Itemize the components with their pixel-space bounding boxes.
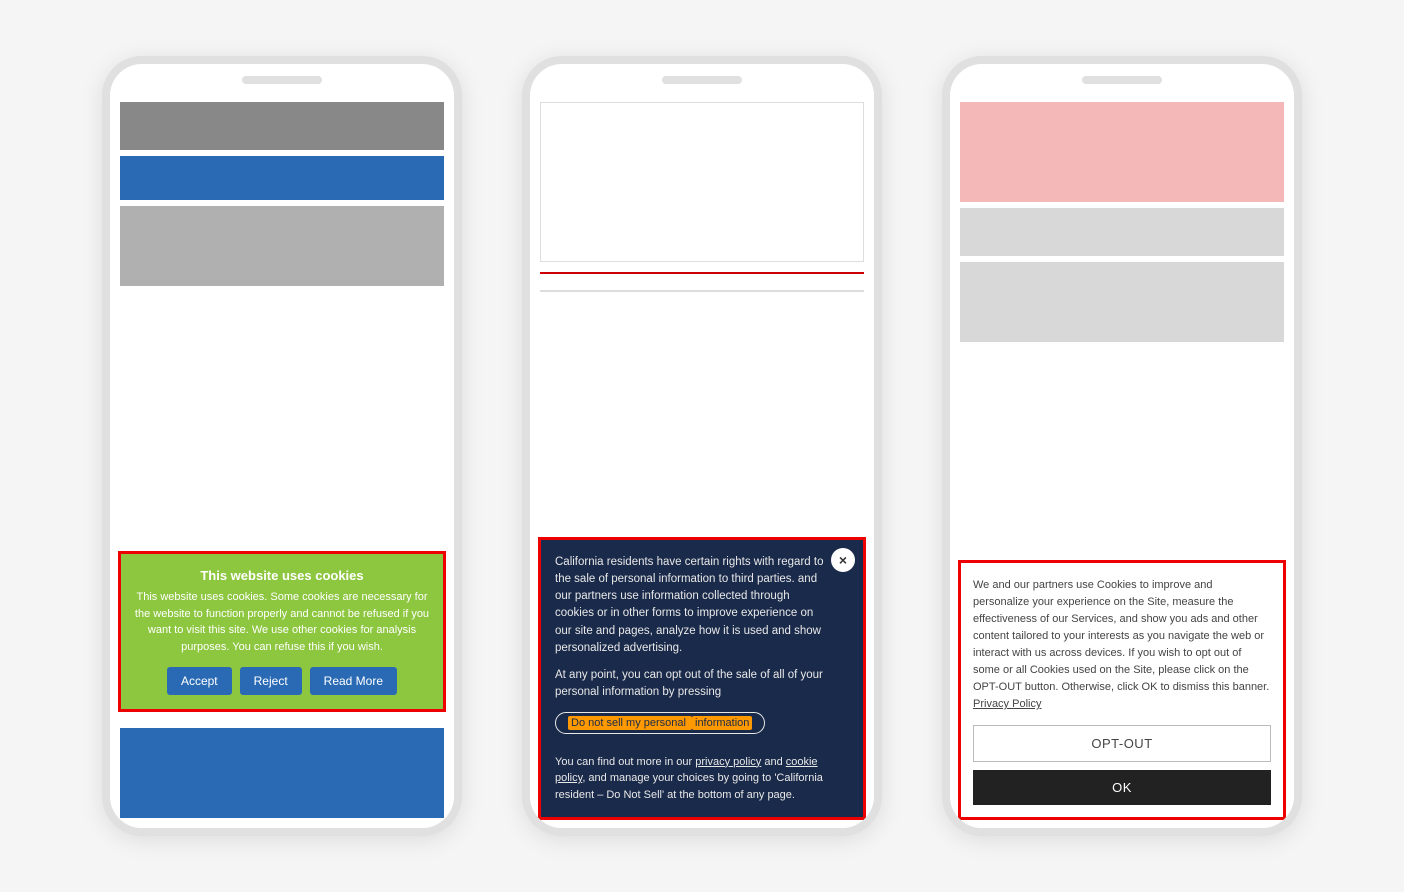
phone-3-gray-block-1 — [960, 208, 1284, 256]
phone-3-screen: We and our partners use Cookies to impro… — [950, 92, 1294, 828]
phone-3-notch — [1082, 76, 1162, 84]
phone-3-cookie-banner: We and our partners use Cookies to impro… — [958, 560, 1286, 820]
phone-2-cookie-banner: × California residents have certain righ… — [538, 537, 866, 821]
phone-2-notch — [662, 76, 742, 84]
phone-1-screen: This website uses cookies This website u… — [110, 92, 454, 828]
phone-1-spacer — [110, 286, 454, 551]
cookie-2-do-not-sell-button[interactable]: Do not sell my personal information — [555, 712, 765, 734]
cookie-2-close-button[interactable]: × — [831, 548, 855, 572]
cookie-1-accept-button[interactable]: Accept — [167, 667, 232, 695]
do-not-sell-highlight: information — [692, 716, 752, 730]
cookie-2-text3-suffix: , and manage your choices by going to 'C… — [555, 772, 823, 801]
cookie-3-privacy-policy-link[interactable]: Privacy Policy — [973, 698, 1041, 710]
cookie-2-links: You can find out more in our privacy pol… — [555, 754, 849, 804]
cookie-1-reject-button[interactable]: Reject — [240, 667, 302, 695]
cookie-1-read-more-button[interactable]: Read More — [310, 667, 397, 695]
phone-2: × California residents have certain righ… — [522, 56, 882, 836]
cookie-1-buttons: Accept Reject Read More — [133, 667, 431, 695]
phone-1-gray-block — [120, 102, 444, 150]
phone-1-cookie-banner: This website uses cookies This website u… — [118, 551, 446, 712]
phone-1-content-block — [120, 206, 444, 286]
cookie-2-text3-prefix: You can find out more in our — [555, 756, 695, 768]
do-not-sell-label-plain: Do not sell my personal — [568, 716, 692, 730]
phone-2-screen: × California residents have certain righ… — [530, 92, 874, 828]
cookie-3-text: We and our partners use Cookies to impro… — [973, 577, 1271, 713]
phone-3-spacer — [950, 342, 1294, 560]
phone-3-content: We and our partners use Cookies to impro… — [950, 92, 1294, 828]
cookie-3-opt-out-button[interactable]: OPT-OUT — [973, 725, 1271, 762]
phone-1-bottom-block — [120, 728, 444, 818]
phone-1-notch — [242, 76, 322, 84]
phone-2-red-line — [540, 272, 864, 274]
phone-1-content: This website uses cookies This website u… — [110, 92, 454, 828]
phone-1: This website uses cookies This website u… — [102, 56, 462, 836]
cookie-2-text1: California residents have certain rights… — [555, 554, 849, 658]
cookie-3-text-content: We and our partners use Cookies to impro… — [973, 579, 1269, 693]
cookie-2-privacy-link[interactable]: privacy policy — [695, 756, 761, 768]
phone-2-spacer — [530, 304, 874, 537]
phone-2-content: × California residents have certain righ… — [530, 92, 874, 828]
phone-3-pink-block — [960, 102, 1284, 202]
cookie-1-title: This website uses cookies — [133, 568, 431, 583]
cookie-2-and: and — [761, 756, 785, 768]
phone-2-white-block — [540, 102, 864, 262]
phone-2-gray-line — [540, 290, 864, 292]
phone-1-blue-block — [120, 156, 444, 200]
cookie-2-text2: At any point, you can opt out of the sal… — [555, 667, 849, 702]
phone-3-gray-block-2 — [960, 262, 1284, 342]
phones-container: This website uses cookies This website u… — [62, 16, 1342, 876]
cookie-1-text: This website uses cookies. Some cookies … — [133, 589, 431, 655]
cookie-3-ok-button[interactable]: OK — [973, 770, 1271, 805]
phone-3: We and our partners use Cookies to impro… — [942, 56, 1302, 836]
